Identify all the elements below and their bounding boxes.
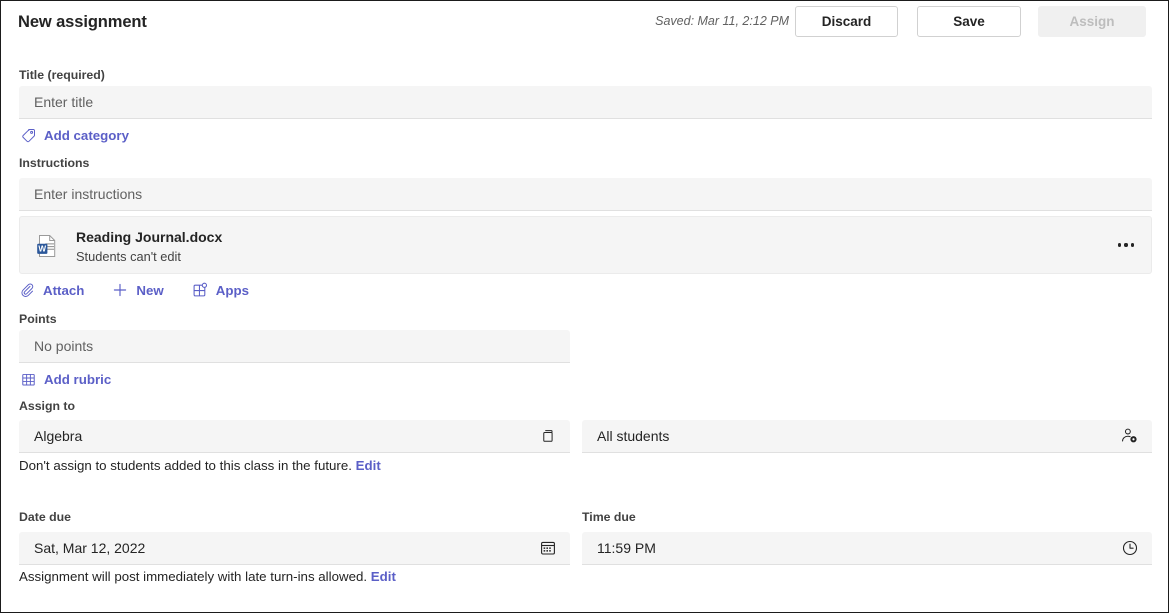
attachment-toolbar: Attach New Apps bbox=[19, 282, 277, 298]
points-field-label: Points bbox=[19, 312, 57, 326]
schedule-note-text: Assignment will post immediately with la… bbox=[19, 569, 367, 584]
title-input[interactable]: Enter title bbox=[19, 86, 1152, 119]
instructions-input-placeholder: Enter instructions bbox=[19, 186, 142, 202]
time-due-label: Time due bbox=[582, 510, 636, 524]
word-document-icon: W bbox=[33, 232, 61, 260]
new-button[interactable]: New bbox=[112, 282, 177, 298]
date-due-input[interactable]: Sat, Mar 12, 2022 bbox=[19, 532, 570, 565]
assign-to-label: Assign to bbox=[19, 399, 75, 413]
instructions-input[interactable]: Enter instructions bbox=[19, 178, 1152, 211]
assign-to-note: Don't assign to students added to this c… bbox=[19, 458, 381, 473]
date-due-value: Sat, Mar 12, 2022 bbox=[19, 540, 145, 556]
date-due-label: Date due bbox=[19, 510, 71, 524]
attachment-card[interactable]: W Reading Journal.docx Students can't ed… bbox=[19, 216, 1152, 274]
assign-to-note-text: Don't assign to students added to this c… bbox=[19, 458, 352, 473]
points-input-placeholder: No points bbox=[19, 338, 93, 354]
schedule-edit-link[interactable]: Edit bbox=[371, 569, 396, 584]
apps-label: Apps bbox=[216, 283, 249, 298]
save-button[interactable]: Save bbox=[917, 6, 1021, 37]
apps-grid-icon bbox=[192, 282, 208, 298]
instructions-field-label: Instructions bbox=[19, 156, 89, 170]
svg-text:W: W bbox=[38, 244, 46, 253]
calendar-icon[interactable] bbox=[539, 539, 557, 557]
plus-icon bbox=[112, 282, 128, 298]
discard-button[interactable]: Discard bbox=[795, 6, 898, 37]
title-input-placeholder: Enter title bbox=[19, 94, 93, 110]
tag-icon bbox=[21, 128, 36, 143]
add-category-button[interactable]: Add category bbox=[21, 128, 129, 143]
add-rubric-button[interactable]: Add rubric bbox=[21, 372, 111, 387]
page-title: New assignment bbox=[18, 13, 147, 32]
assign-students-value: All students bbox=[582, 428, 669, 444]
time-due-input[interactable]: 11:59 PM bbox=[582, 532, 1152, 565]
add-category-label: Add category bbox=[44, 128, 129, 143]
attachment-name: Reading Journal.docx bbox=[76, 229, 222, 245]
page-header: New assignment Saved: Mar 11, 2:12 PM Di… bbox=[1, 1, 1168, 45]
assign-class-input[interactable]: Algebra bbox=[19, 420, 570, 453]
attachment-permission: Students can't edit bbox=[76, 249, 181, 264]
new-label: New bbox=[136, 283, 163, 298]
paperclip-icon bbox=[19, 282, 35, 298]
add-rubric-label: Add rubric bbox=[44, 372, 111, 387]
new-assignment-page: New assignment Saved: Mar 11, 2:12 PM Di… bbox=[0, 0, 1169, 613]
apps-button[interactable]: Apps bbox=[192, 282, 263, 298]
schedule-note: Assignment will post immediately with la… bbox=[19, 569, 396, 584]
clock-icon[interactable] bbox=[1121, 539, 1139, 557]
assign-class-value: Algebra bbox=[19, 428, 82, 444]
time-due-value: 11:59 PM bbox=[582, 540, 656, 556]
person-settings-icon[interactable] bbox=[1120, 427, 1139, 446]
attach-button[interactable]: Attach bbox=[19, 282, 98, 298]
saved-status: Saved: Mar 11, 2:12 PM bbox=[655, 14, 789, 28]
copy-layers-icon[interactable] bbox=[540, 428, 557, 445]
grid-table-icon bbox=[21, 372, 36, 387]
ellipsis-icon[interactable] bbox=[1111, 232, 1141, 258]
title-field-label: Title (required) bbox=[19, 68, 105, 82]
assign-to-edit-link[interactable]: Edit bbox=[356, 458, 381, 473]
assign-students-input[interactable]: All students bbox=[582, 420, 1152, 453]
assign-button: Assign bbox=[1038, 6, 1146, 37]
attach-label: Attach bbox=[43, 283, 84, 298]
points-input[interactable]: No points bbox=[19, 330, 570, 363]
